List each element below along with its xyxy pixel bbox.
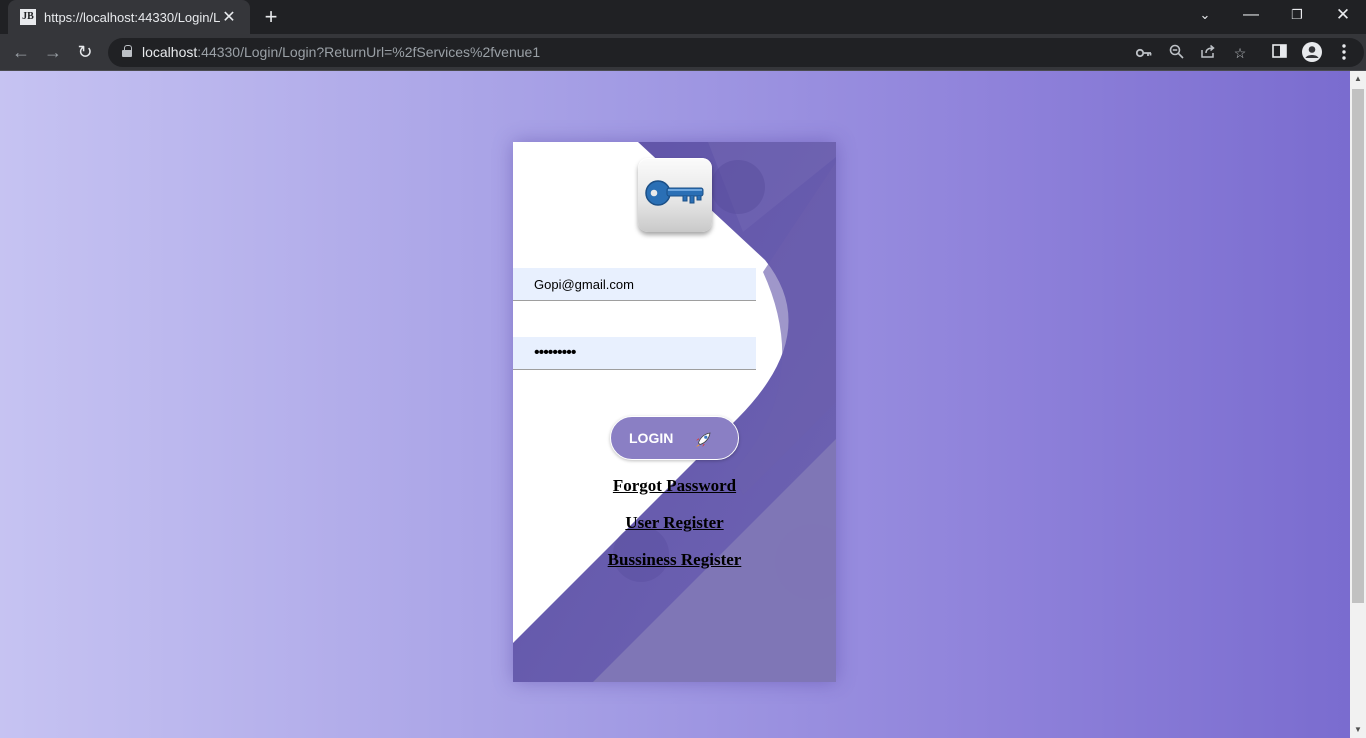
tab-title: https://localhost:44330/Login/Login?Retu… (44, 9, 220, 25)
forgot-password-link[interactable]: Forgot Password (513, 476, 836, 496)
lock-icon[interactable] (122, 45, 132, 57)
forward-arrow-icon[interactable]: → (40, 39, 66, 65)
browser-titlebar: JB https://localhost:44330/Login/Login?R… (0, 0, 1366, 34)
new-tab-button[interactable]: + (258, 4, 284, 30)
key-icon (645, 180, 704, 206)
url-text[interactable]: localhost:44330/Login/Login?ReturnUrl=%2… (142, 44, 540, 60)
zoom-out-icon[interactable] (1166, 44, 1186, 62)
browser-tab[interactable]: JB https://localhost:44330/Login/Login?R… (8, 0, 250, 34)
reload-icon[interactable]: ↻ (72, 39, 98, 65)
tab-search-chevron-icon[interactable]: ⌄ (1182, 0, 1228, 30)
tab-favicon: JB (20, 9, 36, 25)
close-window-icon[interactable]: ✕ (1320, 0, 1366, 30)
user-register-link[interactable]: User Register (513, 513, 836, 533)
rocket-icon (696, 432, 711, 447)
login-button[interactable]: LOGIN (610, 416, 739, 460)
password-field[interactable] (513, 337, 756, 370)
scroll-down-arrow-icon[interactable]: ▼ (1350, 722, 1366, 738)
business-register-link[interactable]: Bussiness Register (513, 550, 836, 570)
url-path: :44330/Login/Login?ReturnUrl=%2fServices… (197, 44, 541, 60)
page-scrollbar[interactable]: ▲ ▼ (1350, 71, 1366, 738)
share-icon[interactable] (1198, 44, 1218, 62)
scrollbar-thumb[interactable] (1352, 89, 1364, 603)
menu-dots-icon[interactable] (1334, 44, 1354, 62)
minimize-window-icon[interactable]: — (1228, 0, 1274, 30)
browser-toolbar: ← → ↻ localhost:44330/Login/Login?Return… (0, 34, 1366, 71)
profile-icon[interactable] (1301, 42, 1323, 64)
bookmark-star-icon[interactable]: ☆ (1230, 44, 1250, 62)
page-background: LOGIN Forgot Password User Register Buss… (0, 71, 1350, 738)
back-arrow-icon[interactable]: ← (8, 39, 34, 65)
login-card: LOGIN Forgot Password User Register Buss… (513, 142, 836, 682)
tab-close-icon[interactable]: ✕ (220, 7, 238, 27)
email-field[interactable] (513, 268, 756, 301)
key-logo-tile (638, 158, 712, 232)
login-button-label: LOGIN (629, 430, 674, 446)
restore-window-icon[interactable]: ❐ (1274, 0, 1320, 30)
address-bar[interactable]: localhost:44330/Login/Login?ReturnUrl=%2… (108, 38, 1364, 67)
url-host: localhost (142, 44, 198, 60)
scroll-up-arrow-icon[interactable]: ▲ (1350, 71, 1366, 87)
password-key-icon[interactable] (1134, 44, 1154, 62)
side-panel-icon[interactable] (1269, 44, 1289, 62)
